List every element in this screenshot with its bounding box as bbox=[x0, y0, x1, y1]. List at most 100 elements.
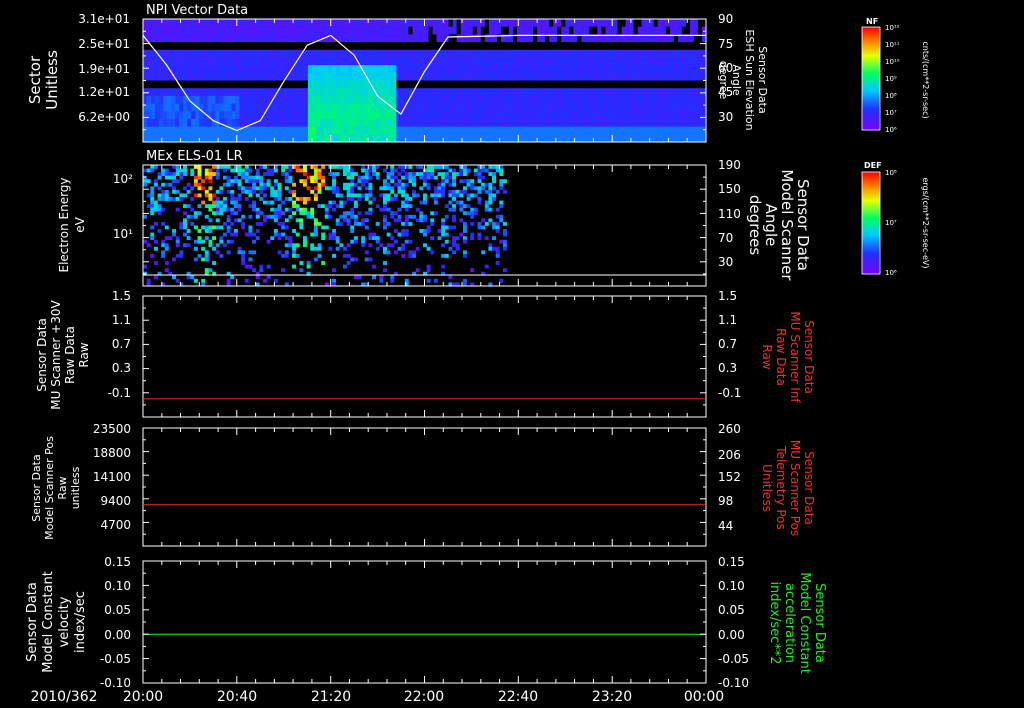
heat-cell bbox=[496, 126, 502, 135]
heat-cell bbox=[353, 257, 358, 262]
heat-cell bbox=[255, 19, 261, 27]
heat-cell bbox=[332, 103, 337, 112]
heat-cell bbox=[356, 111, 361, 120]
heat-cell bbox=[677, 49, 683, 58]
heat-cell bbox=[243, 42, 248, 51]
heat-cell bbox=[380, 103, 385, 112]
heat-cell bbox=[581, 72, 586, 81]
heat-cell bbox=[533, 80, 538, 89]
heat-cell bbox=[440, 126, 446, 135]
heat-cell bbox=[573, 134, 578, 143]
heat-cell bbox=[164, 189, 169, 194]
heat-cell bbox=[248, 175, 253, 180]
heat-cell bbox=[306, 175, 311, 180]
heat-cell bbox=[259, 221, 264, 226]
heat-cell bbox=[159, 42, 164, 51]
heat-cell bbox=[621, 49, 626, 58]
heat-cell bbox=[275, 26, 281, 35]
heat-cell bbox=[401, 175, 406, 180]
heat-cell bbox=[516, 72, 522, 81]
heat-cell bbox=[143, 95, 148, 104]
heat-cell bbox=[553, 88, 558, 97]
heat-cell bbox=[382, 221, 387, 226]
heat-cell bbox=[428, 72, 433, 81]
heat-cell bbox=[685, 26, 691, 35]
heat-cell bbox=[364, 175, 369, 180]
heat-cell bbox=[496, 88, 502, 97]
heat-cell bbox=[529, 80, 534, 89]
heat-cell bbox=[244, 278, 249, 283]
heat-cell bbox=[512, 42, 518, 51]
heat-cell bbox=[372, 172, 377, 176]
heat-cell bbox=[689, 57, 695, 66]
heat-cell bbox=[295, 232, 300, 237]
colorbar-tick: 10⁷ bbox=[885, 219, 897, 227]
heat-cell bbox=[310, 179, 315, 184]
heat-cell bbox=[344, 72, 349, 81]
heat-cell bbox=[247, 57, 252, 66]
heat-cell bbox=[277, 186, 282, 191]
heat-cell bbox=[356, 26, 361, 35]
heat-cell bbox=[412, 103, 417, 112]
heat-cell bbox=[477, 221, 482, 226]
heat-cell bbox=[183, 34, 188, 43]
heat-cell bbox=[237, 172, 242, 176]
heat-cell bbox=[183, 118, 188, 127]
heat-cell bbox=[495, 189, 500, 194]
tick-label: 4700 bbox=[100, 518, 131, 532]
tick-label: 1.1 bbox=[718, 313, 737, 327]
heat-cell bbox=[271, 72, 277, 81]
heat-cell bbox=[400, 42, 405, 51]
heat-cell bbox=[335, 165, 340, 169]
heat-cell bbox=[375, 239, 380, 244]
heat-cell bbox=[412, 250, 417, 255]
heat-cell bbox=[284, 165, 289, 169]
heat-cell bbox=[476, 103, 482, 112]
heat-cell bbox=[565, 49, 570, 58]
heat-cell bbox=[215, 197, 220, 201]
heat-cell bbox=[203, 42, 208, 51]
heat-cell bbox=[324, 211, 329, 216]
heat-cell bbox=[379, 243, 384, 248]
heat-cell bbox=[468, 80, 474, 89]
heat-cell bbox=[360, 88, 365, 97]
heat-cell bbox=[203, 95, 208, 104]
heat-cell bbox=[653, 49, 659, 58]
heat-cell bbox=[295, 204, 300, 209]
heat-cell bbox=[319, 95, 325, 104]
heat-cell bbox=[495, 207, 500, 212]
heat-cell bbox=[332, 189, 337, 194]
heat-cell bbox=[167, 26, 172, 35]
heat-cell bbox=[288, 197, 293, 201]
x-tick-label: 21:20 bbox=[311, 689, 351, 705]
heat-cell bbox=[476, 80, 482, 89]
heat-cell bbox=[317, 221, 322, 226]
heat-cell bbox=[412, 49, 417, 58]
heat-cell bbox=[433, 211, 438, 216]
heat-cell bbox=[143, 118, 148, 127]
heat-cell bbox=[593, 95, 598, 104]
heat-cell bbox=[243, 26, 248, 35]
axis-label: Angle bbox=[730, 64, 743, 96]
heat-cell bbox=[392, 42, 397, 51]
heat-cell bbox=[669, 103, 675, 112]
heat-cell bbox=[382, 214, 387, 219]
heat-cell bbox=[480, 26, 486, 35]
heat-cell bbox=[589, 42, 594, 51]
heat-cell bbox=[255, 229, 260, 233]
heat-cell bbox=[235, 49, 240, 58]
heat-cell bbox=[459, 179, 464, 184]
heat-cell bbox=[348, 19, 353, 27]
heat-cell bbox=[340, 111, 345, 120]
heat-cell bbox=[645, 88, 651, 97]
heat-cell bbox=[420, 103, 425, 112]
heat-cell bbox=[227, 80, 232, 89]
heat-cell bbox=[432, 34, 437, 43]
heat-cell bbox=[227, 72, 232, 81]
heat-cell bbox=[488, 65, 494, 74]
heat-cell bbox=[499, 218, 504, 223]
heat-cell bbox=[267, 111, 273, 120]
heat-cell bbox=[641, 126, 647, 135]
heat-cell bbox=[346, 189, 351, 194]
heat-cell bbox=[390, 214, 395, 219]
